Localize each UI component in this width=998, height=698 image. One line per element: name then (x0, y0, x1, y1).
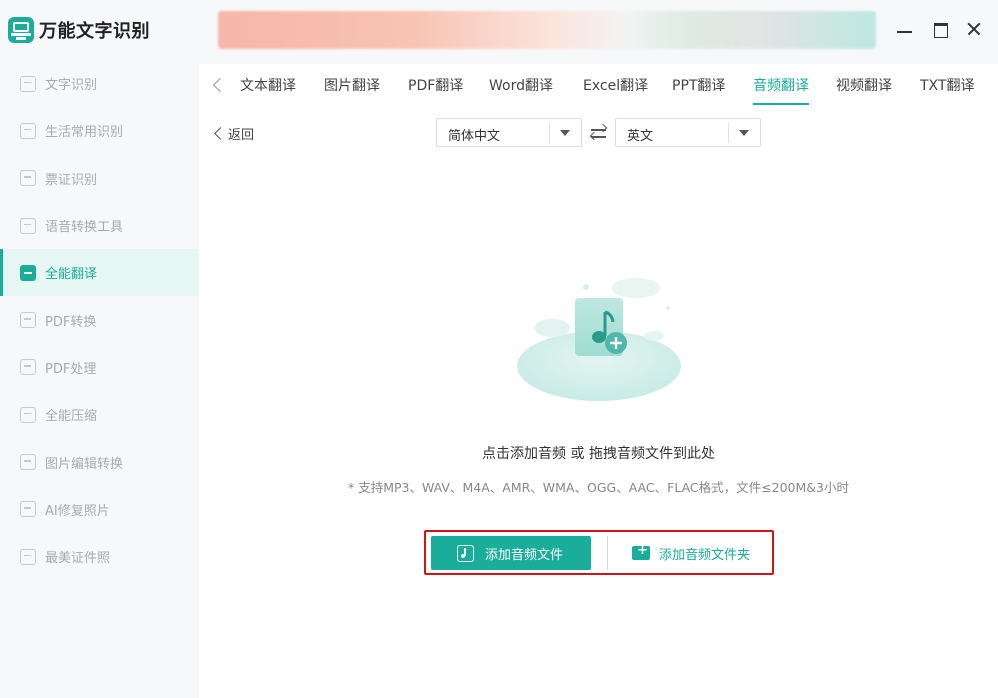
music-file-icon (457, 544, 474, 562)
tab-image-translate[interactable]: 图片翻译 (324, 75, 380, 95)
sidebar-item-pdf-process[interactable]: PDF处理 (0, 344, 199, 391)
ticket-scan-icon (20, 170, 36, 187)
tab-video-translate[interactable]: 视频翻译 (836, 75, 892, 95)
sidebar-item-life-recognition[interactable]: 生活常用识别 (0, 107, 199, 154)
back-button[interactable]: 返回 (213, 124, 254, 143)
chevron-left-icon (214, 127, 227, 140)
add-audio-folder-button[interactable]: 添加音频文件夹 (607, 536, 769, 570)
sidebar-item-label: AI修复照片 (45, 503, 110, 519)
add-audio-folder-label: 添加音频文件夹 (659, 547, 751, 563)
caret-down-icon (560, 130, 570, 136)
translate-tabs: 文本翻译 图片翻译 PDF翻译 Word翻译 Excel翻译 PPT翻译 音频翻… (199, 64, 998, 108)
minimize-icon[interactable] (896, 20, 914, 38)
tab-txt-translate[interactable]: TXT翻译 (920, 75, 974, 95)
source-language-select[interactable]: 简体中文 (436, 118, 582, 147)
sidebar-item-label: 最美证件照 (45, 551, 111, 567)
sidebar-item-label: 生活常用识别 (45, 125, 124, 141)
sidebar-item-voice-tools[interactable]: 语音转换工具 (0, 202, 199, 249)
title-bar (199, 0, 998, 64)
sidebar-item-label: 票证识别 (45, 172, 98, 188)
add-audio-file-label: 添加音频文件 (485, 547, 564, 563)
sidebar-item-label: PDF处理 (45, 361, 97, 377)
drop-hint: 点击添加音频 或 拖拽音频文件到此处 (482, 446, 715, 462)
tab-ppt-translate[interactable]: PPT翻译 (672, 75, 725, 95)
pdf-process-icon (20, 359, 36, 376)
text-scan-icon (20, 75, 36, 92)
sidebar-item-compress[interactable]: 全能压缩 (0, 391, 199, 438)
sidebar-item-text-recognition[interactable]: 文字识别 (0, 60, 199, 107)
target-language-value: 英文 (627, 129, 654, 144)
target-language-select[interactable]: 英文 (615, 118, 761, 147)
voice-icon (20, 217, 36, 234)
scanner-icon (8, 17, 34, 43)
source-language-value: 简体中文 (448, 129, 501, 144)
chevron-left-icon[interactable] (210, 76, 224, 94)
sidebar: 万能文字识别 文字识别 生活常用识别 票证识别 语音转换工具 全能翻译 PDF转… (0, 0, 199, 698)
id-photo-icon (20, 548, 36, 565)
sidebar-item-translate[interactable]: 全能翻译 (0, 249, 199, 297)
life-scan-icon (20, 122, 36, 139)
close-icon[interactable] (965, 20, 983, 38)
format-hint: * 支持MP3、WAV、M4A、AMR、WMA、OGG、AAC、FLAC格式，文… (348, 480, 849, 495)
sidebar-item-pdf-convert[interactable]: PDF转换 (0, 296, 199, 343)
tab-pdf-translate[interactable]: PDF翻译 (408, 75, 463, 95)
app-logo: 万能文字识别 (8, 17, 150, 43)
audio-upload-illustration[interactable] (508, 268, 693, 408)
folder-plus-icon (632, 543, 650, 560)
sidebar-item-label: 语音转换工具 (45, 220, 124, 236)
app-title: 万能文字识别 (39, 21, 150, 42)
maximize-icon[interactable] (932, 20, 950, 38)
pdf-convert-icon (20, 312, 36, 329)
caret-down-icon (739, 130, 749, 136)
sidebar-nav: 文字识别 生活常用识别 票证识别 语音转换工具 全能翻译 PDF转换 PDF处理 (0, 60, 199, 580)
tab-word-translate[interactable]: Word翻译 (489, 75, 553, 95)
tab-excel-translate[interactable]: Excel翻译 (583, 75, 648, 95)
back-label: 返回 (228, 128, 255, 143)
sidebar-item-label: 全能翻译 (45, 267, 98, 283)
tab-text-translate[interactable]: 文本翻译 (240, 75, 296, 95)
sidebar-item-label: PDF转换 (45, 314, 97, 330)
sidebar-item-ticket-recognition[interactable]: 票证识别 (0, 155, 199, 202)
sidebar-item-label: 文字识别 (45, 78, 98, 94)
compress-icon (20, 406, 36, 423)
sidebar-item-id-photo[interactable]: 最美证件照 (0, 533, 199, 580)
upload-button-group: 添加音频文件 添加音频文件夹 (424, 530, 774, 575)
add-audio-file-button[interactable]: 添加音频文件 (431, 536, 591, 570)
tab-audio-translate[interactable]: 音频翻译 (753, 75, 809, 105)
blurred-banner (218, 11, 876, 49)
ai-photo-icon (20, 501, 36, 518)
swap-languages-icon[interactable] (589, 123, 609, 143)
sidebar-item-label: 全能压缩 (45, 409, 98, 425)
translate-icon (20, 264, 36, 281)
